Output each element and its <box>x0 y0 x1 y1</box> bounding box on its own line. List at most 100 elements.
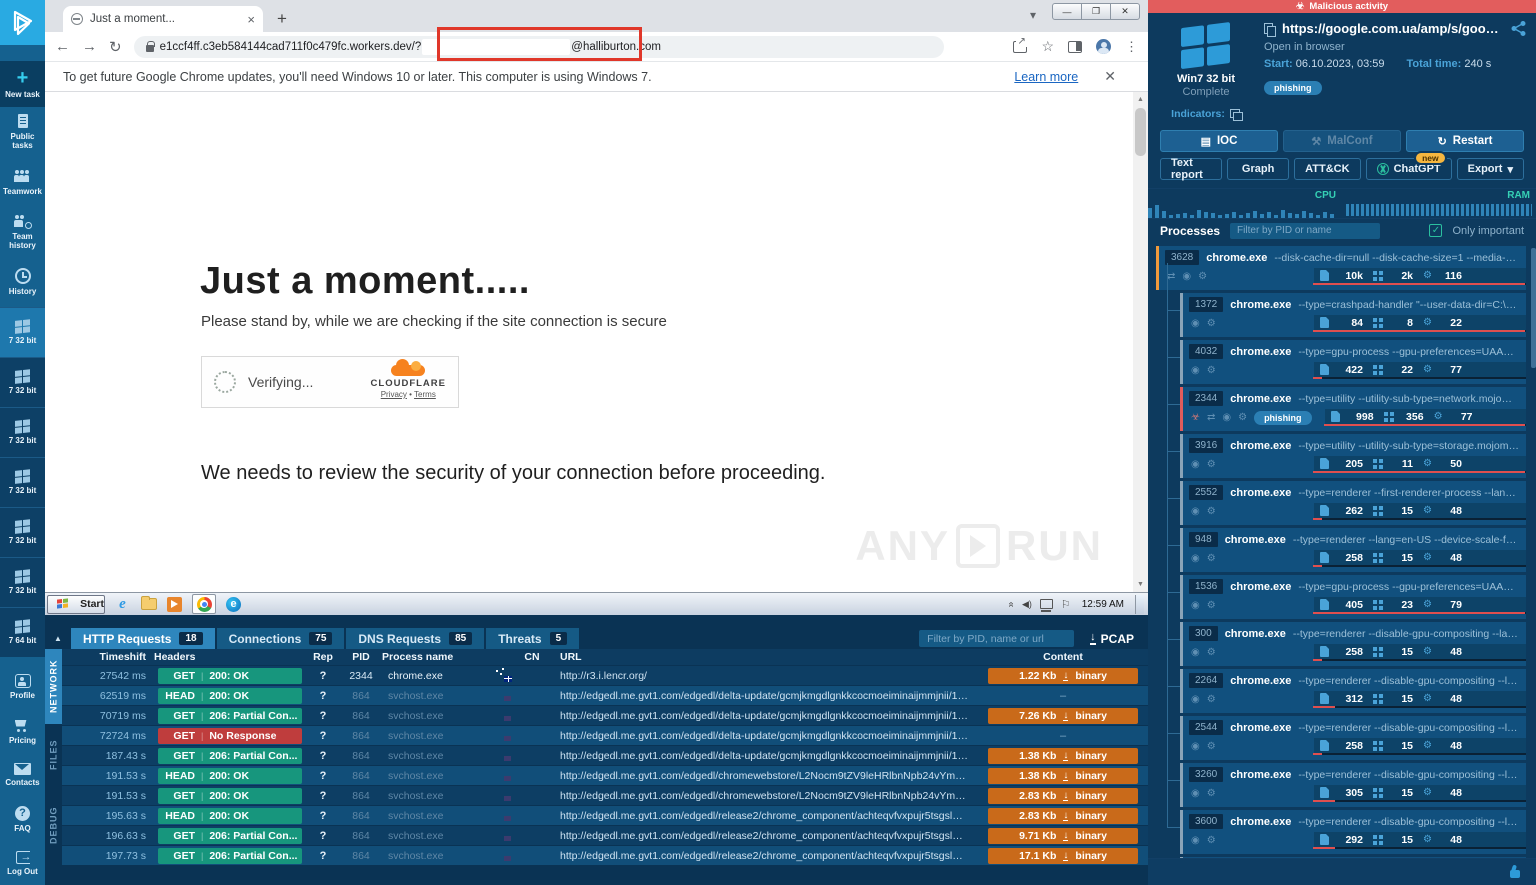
rail-files[interactable]: FILES <box>45 724 62 786</box>
process-scrollbar-thumb[interactable] <box>1531 248 1536 368</box>
share-icon[interactable] <box>1013 41 1027 53</box>
infobar-close-icon[interactable]: ✕ <box>1104 68 1116 85</box>
network-icon[interactable] <box>1040 599 1053 609</box>
rail-network[interactable]: NETWORK <box>45 649 62 724</box>
scroll-up-arrow[interactable]: ▲ <box>1133 92 1148 107</box>
process-row[interactable]: 2264 chrome.exe --type=renderer --disabl… <box>1180 669 1526 713</box>
tray-expand-icon[interactable]: » <box>1006 601 1017 607</box>
content-pill[interactable]: 9.71 Kb↓binary <box>988 828 1138 844</box>
table-row[interactable]: 72724 ms GET|No Response ? 864 svchost.e… <box>62 725 1148 745</box>
volume-icon[interactable]: ◀) <box>1022 599 1032 610</box>
new-tab-button[interactable]: + <box>277 9 287 29</box>
reload-button[interactable]: ↻ <box>109 38 122 56</box>
process-row[interactable]: 2552 chrome.exe --type=renderer --first-… <box>1180 481 1526 525</box>
sidebar-item-vm[interactable]: 7 64 bit <box>0 607 45 657</box>
network-tab[interactable]: HTTP Requests 18 <box>71 628 215 649</box>
process-row[interactable]: 1536 chrome.exe --type=gpu-process --gpu… <box>1180 575 1526 619</box>
tab-close-icon[interactable]: × <box>247 12 255 27</box>
table-row[interactable]: 27542 ms GET|200: OK ? 2344 chrome.exe h… <box>62 665 1148 685</box>
process-row[interactable]: 1372 chrome.exe --type=crashpad-handler … <box>1180 293 1526 337</box>
network-tab[interactable]: Connections 75 <box>217 628 345 649</box>
sidebar-item[interactable]: Team history <box>0 207 45 257</box>
process-row[interactable]: ▼ 3628 chrome.exe --disk-cache-dir=null … <box>1156 246 1526 290</box>
ioc-button[interactable]: ▤IOC <box>1160 130 1278 152</box>
clock[interactable]: 12:59 AM <box>1082 599 1124 610</box>
profile-avatar[interactable] <box>1096 39 1111 54</box>
start-button[interactable]: Start <box>47 595 105 614</box>
phishing-tag[interactable]: phishing <box>1264 81 1322 95</box>
learn-more-link[interactable]: Learn more <box>1014 70 1078 84</box>
process-row[interactable]: 2544 chrome.exe --type=renderer --disabl… <box>1180 716 1526 760</box>
graph-button[interactable]: Graph <box>1227 158 1289 180</box>
content-pill[interactable]: 2.83 Kb↓binary <box>988 808 1138 824</box>
sidebar-item[interactable]: Public tasks <box>0 107 45 157</box>
scroll-down-arrow[interactable]: ▼ <box>1133 577 1148 592</box>
sidebar-item[interactable]: Profile <box>0 665 45 709</box>
thumbs-up-icon[interactable] <box>1506 866 1520 878</box>
edge-icon[interactable]: e <box>225 596 242 613</box>
minimize-button[interactable]: — <box>1052 3 1082 20</box>
anyrun-logo[interactable] <box>0 0 45 45</box>
network-tab[interactable]: Threats 5 <box>486 628 579 649</box>
content-pill[interactable]: 17.1 Kb↓binary <box>988 848 1138 864</box>
page-scrollbar[interactable]: ▲ ▼ <box>1133 92 1148 592</box>
explorer-folder-icon[interactable] <box>140 596 157 613</box>
process-filter-input[interactable] <box>1230 223 1380 239</box>
panel-collapse-icon[interactable]: ▲ <box>45 628 71 649</box>
forward-button[interactable]: → <box>82 38 97 55</box>
attack-button[interactable]: ATT&CK <box>1294 158 1360 180</box>
table-row[interactable]: 195.63 s HEAD|200: OK ? 864 svchost.exe … <box>62 805 1148 825</box>
rail-debug[interactable]: DEBUG <box>45 786 62 865</box>
menu-dots-icon[interactable]: ⋮ <box>1125 39 1138 55</box>
url-bar[interactable]: e1ccf4ff.c3eb584144cad711f0c479fc.worker… <box>134 36 944 58</box>
privacy-link[interactable]: Privacy <box>381 390 407 399</box>
show-desktop-button[interactable] <box>1135 595 1144 614</box>
sidebar-item-vm[interactable]: 7 32 bit <box>0 357 45 407</box>
bookmark-star-icon[interactable]: ☆ <box>1041 38 1054 55</box>
table-row[interactable]: 191.53 s GET|200: OK ? 864 svchost.exe h… <box>62 785 1148 805</box>
sidebar-item[interactable]: FAQ <box>0 797 45 841</box>
only-important-checkbox[interactable]: ✓ <box>1429 224 1442 237</box>
sidebar-item-new-task[interactable]: + New task <box>0 61 45 107</box>
process-row[interactable]: 3600 chrome.exe --type=renderer --disabl… <box>1180 810 1526 854</box>
table-row[interactable]: 196.63 s GET|206: Partial Con... ? 864 s… <box>62 825 1148 845</box>
copy-icon[interactable] <box>1264 23 1275 35</box>
malconf-button[interactable]: ⚒MalConf <box>1283 130 1401 152</box>
scrollbar-thumb[interactable] <box>1135 108 1146 156</box>
close-button[interactable]: ✕ <box>1110 3 1140 20</box>
media-player-icon[interactable] <box>166 596 183 613</box>
share-icon[interactable] <box>1511 21 1526 36</box>
content-pill[interactable]: 1.22 Kb↓binary <box>988 668 1138 684</box>
table-row[interactable]: 197.73 s GET|206: Partial Con... ? 864 s… <box>62 845 1148 865</box>
side-panel-icon[interactable] <box>1068 41 1082 53</box>
chatgpt-button[interactable]: new ChatGPT <box>1366 158 1452 180</box>
browser-tab[interactable]: Just a moment... × <box>63 6 263 32</box>
content-pill[interactable]: 1.38 Kb↓binary <box>988 768 1138 784</box>
action-center-flag-icon[interactable]: ⚐ <box>1061 598 1071 611</box>
sidebar-item[interactable]: History <box>0 257 45 307</box>
process-row[interactable]: 4032 chrome.exe --type=gpu-process --gpu… <box>1180 340 1526 384</box>
indicators-stack-icon[interactable] <box>1230 109 1241 119</box>
process-row[interactable]: 2344 chrome.exe --type=utility --utility… <box>1180 387 1526 431</box>
content-pill[interactable]: 2.83 Kb↓binary <box>988 788 1138 804</box>
content-pill[interactable]: 7.26 Kb↓binary <box>988 708 1138 724</box>
terms-link[interactable]: Terms <box>414 390 436 399</box>
sidebar-item[interactable]: Log Out <box>0 841 45 885</box>
sidebar-item-vm[interactable]: 7 32 bit <box>0 507 45 557</box>
process-row[interactable]: 948 chrome.exe --type=renderer --lang=en… <box>1180 528 1526 572</box>
chrome-taskbar-icon[interactable] <box>192 594 216 614</box>
tab-search-chevron-icon[interactable]: ▾ <box>1030 8 1036 22</box>
sidebar-item[interactable]: Teamwork <box>0 157 45 207</box>
sidebar-item[interactable]: Pricing <box>0 709 45 753</box>
table-row[interactable]: 62519 ms HEAD|200: OK ? 864 svchost.exe … <box>62 685 1148 705</box>
sidebar-item-vm[interactable]: 7 32 bit <box>0 457 45 507</box>
network-tab[interactable]: DNS Requests 85 <box>346 628 484 649</box>
process-row[interactable]: 1600 chrome.exe --type=utility --utility… <box>1180 857 1526 858</box>
process-row[interactable]: 300 chrome.exe --type=renderer --disable… <box>1180 622 1526 666</box>
text-report-button[interactable]: Text report <box>1160 158 1222 180</box>
pcap-download-button[interactable]: ↓ PCAP <box>1090 632 1134 646</box>
table-row[interactable]: 191.53 s HEAD|200: OK ? 864 svchost.exe … <box>62 765 1148 785</box>
restart-button[interactable]: ↻Restart <box>1406 130 1524 152</box>
sidebar-item[interactable]: Contacts <box>0 753 45 797</box>
open-in-browser-link[interactable]: Open in browser <box>1264 41 1526 53</box>
